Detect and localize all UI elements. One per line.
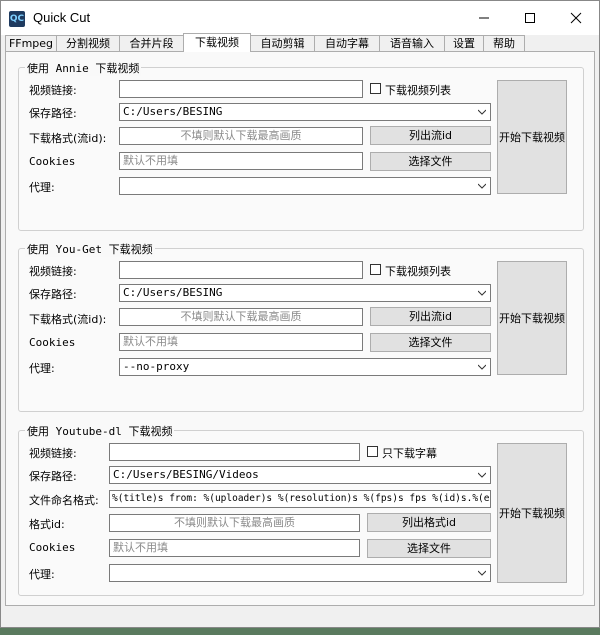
chevron-down-icon (478, 290, 486, 296)
youtubedl-url-label: 视频链接: (29, 447, 77, 460)
tab-ffmpeg[interactable]: FFmpeg (5, 35, 57, 51)
youtubedl-filename-input[interactable]: %(title)s from: %(uploader)s %(resolutio… (109, 490, 491, 508)
youget-cookies-input[interactable]: 默认不用填 (119, 333, 363, 351)
youget-cookies-label: Cookies (29, 336, 76, 349)
annie-format-placeholder: 不填则默认下载最高画质 (180, 129, 302, 142)
annie-group-title: 使用 Annie 下载视频 (25, 60, 142, 76)
annie-group: 使用 Annie 下载视频 视频链接: 下载视频列表 保存路径: C:/User… (18, 60, 584, 231)
youtubedl-subtitle-only-checkbox[interactable] (367, 446, 378, 457)
youtubedl-format-placeholder: 不填则默认下载最高画质 (174, 516, 295, 529)
annie-format-input[interactable]: 不填则默认下载最高画质 (119, 127, 363, 145)
close-icon (570, 12, 582, 24)
annie-cookies-input[interactable]: 默认不用填 (119, 152, 363, 170)
youget-save-label: 保存路径: (29, 288, 77, 301)
maximize-icon (525, 13, 535, 23)
youtubedl-save-label: 保存路径: (29, 470, 77, 483)
minimize-icon (479, 17, 489, 19)
youget-cookies-placeholder: 默认不用填 (123, 335, 178, 348)
window-title: Quick Cut (33, 10, 91, 25)
maximize-button[interactable] (507, 1, 553, 35)
status-bar (1, 607, 599, 627)
youget-proxy-label: 代理: (29, 362, 55, 375)
youget-proxy-combo[interactable]: --no-proxy (119, 358, 491, 376)
youtubedl-filename-label: 文件命名格式: (29, 494, 99, 507)
youget-playlist-label: 下载视频列表 (385, 265, 451, 278)
youtubedl-group-title: 使用 Youtube-dl 下载视频 (25, 423, 175, 439)
youtubedl-proxy-combo[interactable] (109, 564, 491, 582)
title-bar[interactable]: QC Quick Cut (1, 1, 599, 35)
youtubedl-group: 使用 Youtube-dl 下载视频 视频链接: 只下载字幕 保存路径: C:/… (18, 423, 584, 596)
annie-cookies-label: Cookies (29, 155, 76, 168)
annie-save-label: 保存路径: (29, 107, 77, 120)
annie-format-label: 下载格式(流id): (29, 132, 107, 145)
youtubedl-format-label: 格式id: (29, 518, 65, 531)
youget-format-placeholder: 不填则默认下载最高画质 (180, 310, 302, 323)
annie-choose-file-button[interactable]: 选择文件 (370, 152, 491, 171)
annie-url-input[interactable] (119, 80, 363, 98)
youget-choose-file-button[interactable]: 选择文件 (370, 333, 491, 352)
tab-settings[interactable]: 设置 (444, 35, 484, 51)
annie-save-path-combo[interactable]: C:/Users/BESING (119, 103, 491, 121)
youget-save-path-value: C:/Users/BESING (123, 286, 223, 299)
annie-proxy-label: 代理: (29, 181, 55, 194)
annie-start-download-button[interactable]: 开始下载视频 (497, 80, 567, 194)
youget-url-label: 视频链接: (29, 265, 77, 278)
youtubedl-save-path-value: C:/Users/BESING/Videos (113, 468, 259, 481)
tab-help[interactable]: 帮助 (483, 35, 525, 51)
youget-save-path-combo[interactable]: C:/Users/BESING (119, 284, 491, 302)
download-tab-panel: 使用 Annie 下载视频 视频链接: 下载视频列表 保存路径: C:/User… (5, 51, 595, 606)
tab-split-video[interactable]: 分割视频 (56, 35, 120, 51)
youtubedl-url-input[interactable] (109, 443, 360, 461)
chevron-down-icon (478, 109, 486, 115)
chevron-down-icon (478, 364, 486, 370)
youtubedl-cookies-label: Cookies (29, 541, 76, 554)
youget-proxy-value: --no-proxy (123, 360, 190, 373)
annie-url-label: 视频链接: (29, 84, 77, 97)
chevron-down-icon (478, 183, 486, 189)
app-logo-icon: QC (9, 11, 25, 27)
chevron-down-icon (478, 472, 486, 478)
tab-download-video[interactable]: 下载视频 (183, 33, 251, 52)
annie-proxy-combo[interactable] (119, 177, 491, 195)
youget-list-streams-button[interactable]: 列出流id (370, 307, 491, 326)
close-button[interactable] (553, 1, 599, 35)
youget-format-input[interactable]: 不填则默认下载最高画质 (119, 308, 363, 326)
youget-url-input[interactable] (119, 261, 363, 279)
youtubedl-cookies-input[interactable]: 默认不用填 (109, 539, 360, 557)
youtubedl-save-path-combo[interactable]: C:/Users/BESING/Videos (109, 466, 491, 484)
youtubedl-start-download-button[interactable]: 开始下载视频 (497, 443, 567, 583)
youtubedl-subtitle-only-label: 只下载字幕 (382, 447, 437, 460)
youget-start-download-button[interactable]: 开始下载视频 (497, 261, 567, 375)
youtubedl-cookies-placeholder: 默认不用填 (113, 541, 168, 554)
annie-list-streams-button[interactable]: 列出流id (370, 126, 491, 145)
youget-group-title: 使用 You-Get 下载视频 (25, 241, 155, 257)
youtubedl-list-formats-button[interactable]: 列出格式id (367, 513, 491, 532)
youget-playlist-checkbox[interactable] (370, 264, 381, 275)
chevron-down-icon (478, 570, 486, 576)
main-window: QC Quick Cut FFmpeg 分割视频 合并片段 下载视频 自动剪辑 … (0, 0, 600, 628)
youtubedl-choose-file-button[interactable]: 选择文件 (367, 539, 491, 558)
tab-voice-input[interactable]: 语音输入 (379, 35, 445, 51)
tab-auto-edit[interactable]: 自动剪辑 (250, 35, 315, 51)
youtubedl-format-input[interactable]: 不填则默认下载最高画质 (109, 514, 360, 532)
minimize-button[interactable] (461, 1, 507, 35)
tab-auto-subtitle[interactable]: 自动字幕 (314, 35, 380, 51)
annie-save-path-value: C:/Users/BESING (123, 105, 223, 118)
annie-playlist-label: 下载视频列表 (385, 84, 451, 97)
youtubedl-proxy-label: 代理: (29, 568, 55, 581)
annie-cookies-placeholder: 默认不用填 (123, 154, 178, 167)
youget-format-label: 下载格式(流id): (29, 313, 107, 326)
youget-group: 使用 You-Get 下载视频 视频链接: 下载视频列表 保存路径: C:/Us… (18, 241, 584, 412)
annie-playlist-checkbox[interactable] (370, 83, 381, 94)
tab-merge-clips[interactable]: 合并片段 (119, 35, 184, 51)
